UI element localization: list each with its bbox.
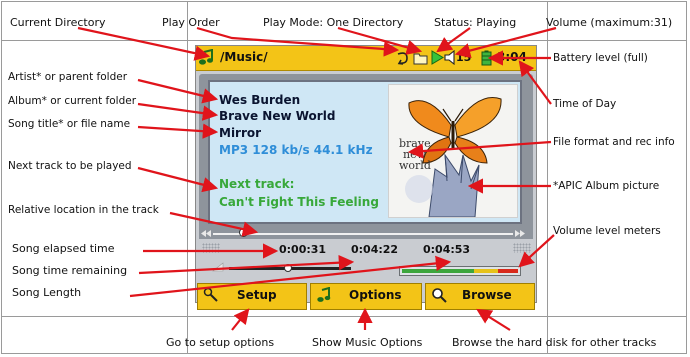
annotated-player-diagram: /Music/ 15 3:04 Wes Burden Brave New Wor… xyxy=(0,0,690,357)
line-file-format xyxy=(407,140,552,159)
line-time-of-day xyxy=(518,60,552,105)
line-artist xyxy=(137,78,219,104)
line-remaining xyxy=(138,254,355,275)
line-status xyxy=(436,27,471,53)
line-album xyxy=(137,102,219,121)
line-volume-meters xyxy=(518,234,555,268)
callout-lines xyxy=(77,26,557,331)
line-setup xyxy=(231,308,250,331)
line-length xyxy=(129,255,452,298)
line-current-directory xyxy=(77,26,211,61)
line-browse xyxy=(476,308,511,331)
line-relative-location xyxy=(169,211,259,237)
line-volume xyxy=(454,26,557,59)
line-play-order xyxy=(196,26,400,57)
line-song-title xyxy=(137,123,219,139)
line-next-track xyxy=(137,166,219,193)
